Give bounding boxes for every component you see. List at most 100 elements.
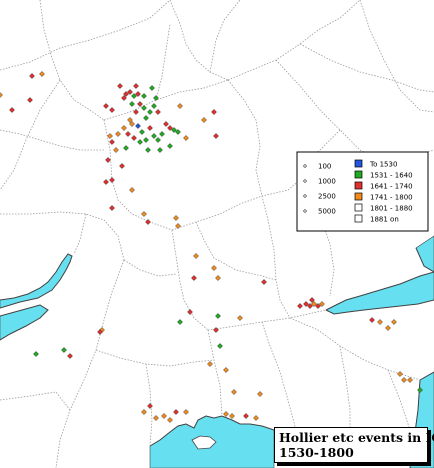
event-marker <box>139 129 145 135</box>
event-marker <box>61 347 67 353</box>
event-marker <box>261 279 267 285</box>
event-marker <box>117 83 123 89</box>
legend-period-swatch <box>354 170 363 179</box>
event-marker <box>391 319 397 325</box>
event-marker <box>175 223 181 229</box>
sea-bristol-channel <box>0 253 73 309</box>
event-marker <box>147 125 153 131</box>
legend-size-label: 2500 <box>318 193 336 201</box>
map-title-box: Hollier etc events in IGI 1530-1800 <box>274 427 434 463</box>
event-marker <box>369 317 375 323</box>
event-marker <box>151 133 157 139</box>
sea-thames-estuary <box>325 271 434 315</box>
event-marker <box>215 275 221 281</box>
legend-period-swatch <box>354 203 363 212</box>
event-marker <box>211 109 217 115</box>
event-markers <box>0 71 423 423</box>
event-marker <box>401 377 407 383</box>
event-marker <box>377 319 383 325</box>
event-marker <box>257 391 263 397</box>
map-title-line-1: Hollier etc events in IGI <box>279 430 434 445</box>
event-marker <box>183 135 189 141</box>
event-marker <box>297 303 303 309</box>
event-marker <box>9 107 15 113</box>
legend-period-swatch <box>354 214 363 223</box>
event-marker <box>215 313 221 319</box>
event-marker <box>161 413 167 419</box>
event-marker <box>217 343 223 349</box>
event-marker <box>173 409 179 415</box>
event-marker <box>167 143 173 149</box>
event-marker <box>103 179 109 185</box>
event-marker <box>129 101 135 107</box>
map-legend: 100 1000 2500 5000 To 1530 1531 - 1640 1641 -… <box>296 151 429 232</box>
event-marker <box>385 325 391 331</box>
sea-bristol-channel-main <box>0 304 49 341</box>
event-marker <box>147 109 153 115</box>
event-marker <box>223 411 229 417</box>
event-marker <box>231 389 237 395</box>
legend-period-label: 1881 on <box>370 216 399 224</box>
event-marker <box>155 109 161 115</box>
legend-period-swatch <box>354 181 363 190</box>
event-marker <box>129 187 135 193</box>
event-marker <box>151 103 157 109</box>
legend-size-label: 1000 <box>318 178 336 186</box>
event-marker <box>173 215 179 221</box>
event-marker <box>107 133 113 139</box>
event-marker <box>141 409 147 415</box>
event-marker <box>157 147 163 153</box>
event-marker <box>153 95 159 101</box>
legend-size-label: 5000 <box>318 208 336 216</box>
event-marker <box>113 147 119 153</box>
event-marker <box>109 107 115 113</box>
legend-period-label: 1801 - 1880 <box>370 205 413 213</box>
event-marker <box>141 211 147 217</box>
event-marker <box>191 275 197 281</box>
event-marker <box>155 137 161 143</box>
event-marker <box>167 417 173 423</box>
event-marker <box>201 117 207 123</box>
event-marker <box>207 361 213 367</box>
event-marker <box>243 413 249 419</box>
event-marker <box>177 103 183 109</box>
event-marker <box>145 147 151 153</box>
legend-period-label: 1531 - 1640 <box>370 172 413 180</box>
event-marker <box>187 309 193 315</box>
legend-period-label: To 1530 <box>369 161 397 169</box>
event-marker <box>67 353 73 359</box>
event-marker <box>143 137 149 143</box>
event-marker <box>103 103 109 109</box>
event-marker <box>123 145 129 151</box>
map-title-line-2: 1530-1800 <box>279 445 354 460</box>
event-marker <box>213 133 219 139</box>
event-marker <box>133 83 139 89</box>
event-marker <box>145 219 151 225</box>
event-marker <box>105 157 111 163</box>
legend-period-swatch <box>354 192 363 201</box>
event-marker <box>119 163 125 169</box>
legend-period-label: 1741 - 1800 <box>370 194 413 202</box>
event-marker <box>223 367 229 373</box>
event-marker <box>253 415 259 421</box>
event-marker <box>141 93 147 99</box>
event-marker <box>153 415 159 421</box>
event-marker <box>407 377 413 383</box>
map-canvas: 100 1000 2500 5000 To 1530 1531 - 1640 1641 -… <box>0 0 434 468</box>
event-marker <box>141 105 147 111</box>
event-marker <box>147 403 153 409</box>
event-marker <box>397 371 403 377</box>
map-view: 100 1000 2500 5000 To 1530 1531 - 1640 1641 -… <box>0 0 434 468</box>
event-marker <box>0 92 3 98</box>
event-marker <box>39 71 45 77</box>
legend-box <box>296 151 429 232</box>
event-marker <box>29 73 35 79</box>
event-marker <box>109 139 115 145</box>
event-marker <box>115 131 121 137</box>
event-marker <box>229 413 235 419</box>
legend-size-label: 100 <box>318 163 331 171</box>
event-marker <box>109 177 115 183</box>
event-marker <box>33 351 39 357</box>
event-marker <box>133 109 139 115</box>
event-marker <box>211 265 217 271</box>
